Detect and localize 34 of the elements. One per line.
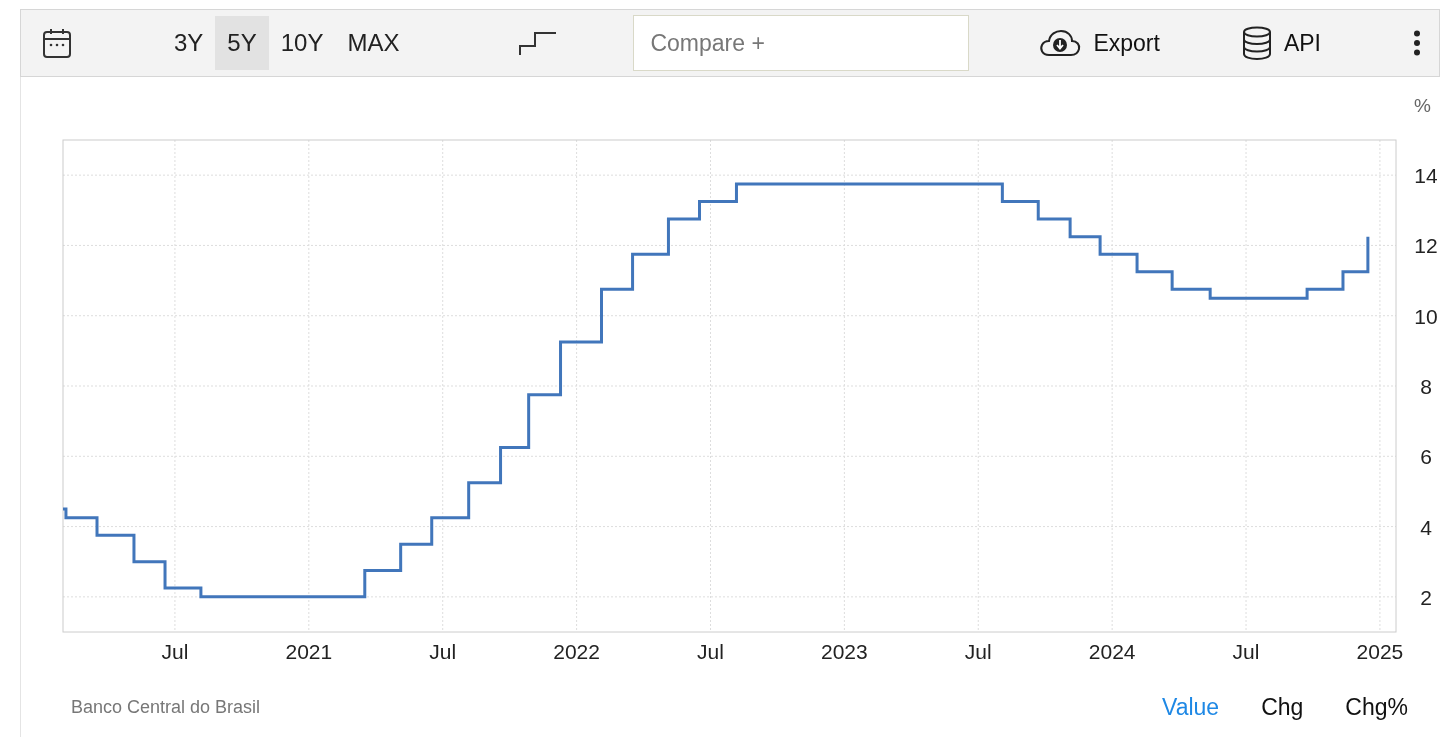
range-tab[interactable]: 3Y: [162, 16, 216, 70]
range-tab[interactable]: 5Y: [215, 16, 269, 70]
source-text: Banco Central do Brasil: [71, 696, 261, 718]
calendar-icon[interactable]: [42, 27, 72, 59]
range-tab[interactable]: MAX: [335, 16, 412, 70]
x-axis-label: 2021: [285, 640, 333, 663]
x-axis-label: 2024: [1088, 640, 1136, 663]
y-axis-label: 4: [1420, 515, 1432, 539]
cloud-download-icon: [1039, 29, 1082, 57]
y-axis-unit: %: [1414, 95, 1431, 116]
x-axis-label: Jul: [964, 640, 992, 663]
x-axis-label: 2025: [1356, 640, 1404, 663]
x-axis-label: 2022: [553, 640, 600, 663]
y-axis-label: 6: [1420, 445, 1432, 469]
view-tab[interactable]: Chg%: [1337, 693, 1416, 721]
y-axis-label: 8: [1420, 375, 1432, 398]
range-tab[interactable]: 10Y: [268, 16, 336, 70]
y-axis-label: 14: [1414, 164, 1437, 188]
x-axis-label: Jul: [1232, 640, 1260, 663]
x-axis-label: Jul: [697, 640, 724, 663]
y-axis-label: 10: [1414, 304, 1437, 328]
x-axis-label: Jul: [429, 640, 457, 663]
compare-field[interactable]: Compare +: [633, 15, 970, 71]
view-tab[interactable]: Chg: [1253, 693, 1312, 721]
view-tab[interactable]: Value: [1154, 693, 1228, 721]
export-button[interactable]: Export: [1039, 29, 1160, 57]
x-axis-label: Jul: [161, 640, 189, 663]
y-axis-label: 12: [1414, 234, 1437, 258]
x-axis-label: 2023: [821, 640, 868, 663]
api-button[interactable]: API: [1241, 26, 1321, 60]
more-options-icon[interactable]: [1413, 30, 1421, 56]
y-axis-label: 2: [1420, 585, 1432, 609]
database-icon: [1241, 26, 1272, 60]
step-line-icon[interactable]: [519, 30, 558, 56]
